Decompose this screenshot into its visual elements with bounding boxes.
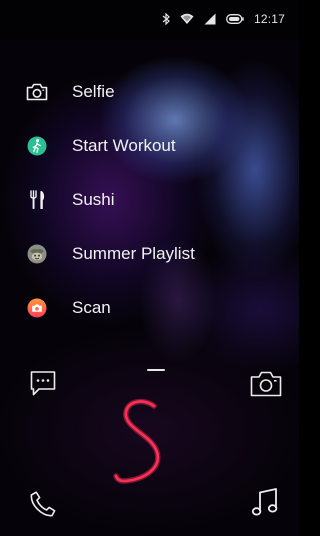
status-icons: 12:17 xyxy=(162,12,285,26)
camera-icon xyxy=(250,371,282,402)
menu-item-label: Selfie xyxy=(72,82,115,101)
chat-icon xyxy=(28,371,58,403)
quick-actions-menu: Selfie Start Workout Sushi Summer Playli… xyxy=(26,65,195,335)
menu-item-selfie[interactable]: Selfie xyxy=(26,65,195,119)
menu-item-summer-playlist[interactable]: Summer Playlist xyxy=(26,227,195,281)
camera-icon xyxy=(26,81,48,103)
chat-button[interactable] xyxy=(28,369,58,404)
menu-item-scan[interactable]: Scan xyxy=(26,281,195,335)
bluetooth-icon xyxy=(162,13,170,25)
menu-item-sushi[interactable]: Sushi xyxy=(26,173,195,227)
menu-item-label: Sushi xyxy=(72,190,115,209)
music-icon xyxy=(250,488,280,524)
phone-button[interactable] xyxy=(28,489,58,524)
menu-item-label: Scan xyxy=(72,298,111,317)
menu-item-label: Start Workout xyxy=(72,136,176,155)
workout-icon xyxy=(26,135,48,157)
wifi-icon xyxy=(180,13,194,25)
phone-icon xyxy=(28,491,58,523)
scan-icon xyxy=(26,297,48,319)
signal-icon xyxy=(204,13,216,25)
status-bar: 12:17 xyxy=(0,0,299,40)
playlist-art-icon xyxy=(26,243,48,265)
drawer-handle[interactable] xyxy=(147,369,165,371)
music-button[interactable] xyxy=(250,486,280,525)
battery-icon xyxy=(226,14,244,24)
status-time: 12:17 xyxy=(253,12,285,26)
menu-item-start-workout[interactable]: Start Workout xyxy=(26,119,195,173)
camera-button[interactable] xyxy=(250,370,282,403)
phone-screen: 12:17 Selfie Start Workout Sushi Summer … xyxy=(0,0,299,536)
gesture-stroke xyxy=(104,394,184,499)
fork-knife-icon xyxy=(26,189,48,211)
menu-item-label: Summer Playlist xyxy=(72,244,195,263)
